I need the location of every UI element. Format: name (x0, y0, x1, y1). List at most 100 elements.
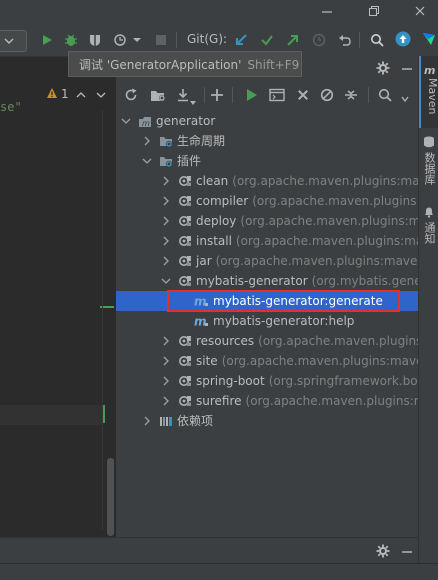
tree-row-group-id: (org.apache.maven.plugins:maven- (232, 174, 418, 188)
expanded-arrow-icon[interactable] (121, 111, 131, 131)
download-icon[interactable] (176, 88, 190, 102)
notifications-icon (423, 206, 435, 218)
tree-row-label: 生命周期 (177, 134, 226, 148)
tree-row-text: mybatis-generator(org.mybatis.genera (196, 271, 418, 291)
update-ide-icon[interactable] (394, 30, 412, 48)
execute-goal-icon[interactable] (269, 88, 285, 102)
maven-toolbar (116, 80, 418, 111)
tree-row[interactable]: m generator (116, 111, 418, 131)
collapsed-arrow-icon[interactable] (161, 331, 171, 351)
generate-sources-icon[interactable] (150, 88, 166, 102)
hide-panel-icon[interactable] (400, 544, 414, 558)
maven-side-tab[interactable]: m Maven (419, 56, 438, 128)
tree-row-label: spring-boot (196, 374, 265, 388)
tree-row[interactable]: compiler(org.apache.maven.plugins:ma (116, 191, 418, 211)
hide-panel-icon[interactable] (400, 61, 414, 75)
collapse-all-icon[interactable] (344, 88, 358, 102)
git-push-icon[interactable] (284, 31, 302, 49)
separator (176, 32, 177, 48)
tree-row-label: jar (196, 254, 212, 268)
status-bar (0, 563, 438, 580)
tree-row-label: mybatis-generator:help (213, 314, 355, 328)
tree-row[interactable]: m mybatis-generator:help (116, 311, 418, 331)
collapsed-arrow-icon[interactable] (161, 391, 171, 411)
collapsed-arrow-icon[interactable] (161, 231, 171, 251)
tree-row[interactable]: mybatis-generator(org.mybatis.genera (116, 271, 418, 291)
tree-row[interactable]: jar (org.apache.maven.plugins:maven-ja (116, 251, 418, 271)
chevron-down-icon[interactable] (190, 95, 196, 105)
tree-row-label: mybatis-generator (196, 274, 308, 288)
profiler-icon[interactable] (112, 31, 130, 49)
rollback-icon[interactable] (336, 31, 354, 49)
plugin-icon (178, 274, 192, 288)
run-configuration-dropdown[interactable] (0, 30, 27, 52)
goal-icon: m (194, 314, 210, 329)
collapsed-arrow-icon[interactable] (161, 371, 171, 391)
maven-tab-label: Maven (426, 78, 438, 115)
tree-row[interactable]: surefire(org.apache.maven.plugins:mav (116, 391, 418, 411)
tree-row[interactable]: site (org.apache.maven.plugins:maven- (116, 351, 418, 371)
collapsed-arrow-icon[interactable] (161, 191, 171, 211)
toggle-offline-icon[interactable] (296, 88, 310, 102)
tree-row[interactable]: resources(org.apache.maven.plugins:m (116, 331, 418, 351)
warning-icon[interactable] (46, 87, 58, 99)
tree-row-text: 生命周期 (177, 131, 225, 151)
right-tool-window-strip: m Maven 数据库 通知 (418, 56, 438, 579)
separator (232, 87, 233, 103)
title-bar (0, 0, 438, 24)
tree-row[interactable]: install (org.apache.maven.plugins:mave (116, 231, 418, 251)
coverage-icon[interactable] (86, 31, 104, 49)
git-update-icon[interactable] (232, 31, 250, 49)
close-icon[interactable] (413, 4, 427, 18)
skip-tests-icon[interactable] (320, 88, 334, 102)
gear-icon[interactable] (376, 544, 390, 558)
reload-icon[interactable] (124, 88, 138, 102)
minimize-icon[interactable] (320, 4, 334, 18)
current-line-highlight (0, 405, 102, 425)
stop-icon[interactable] (152, 31, 170, 49)
expanded-arrow-icon[interactable] (161, 271, 171, 291)
collapsed-arrow-icon[interactable] (161, 211, 171, 231)
tree-row[interactable]: clean(org.apache.maven.plugins:maven- (116, 171, 418, 191)
bottom-panel-header (0, 537, 418, 564)
tree-row[interactable]: 依赖项 (116, 411, 418, 431)
settings-dropdown-icon[interactable] (401, 92, 409, 103)
previous-highlight-icon[interactable] (76, 89, 86, 99)
maven-projects-tree[interactable]: m generator 生命周期插件 clean (org.apache.maven.p… (116, 110, 418, 537)
collapsed-arrow-icon[interactable] (142, 411, 152, 431)
plugin-icon (178, 254, 192, 268)
tree-row-group-id: (org.apache.maven.plugins:mav (245, 394, 418, 408)
plugin-icon (178, 334, 192, 348)
gear-icon[interactable] (376, 61, 390, 75)
notifications-tab-label[interactable]: 通知 (421, 222, 437, 244)
analyze-dependencies-icon[interactable] (378, 88, 394, 102)
code-editor[interactable]: se" 1 (0, 80, 117, 537)
run-maven-build-icon[interactable] (244, 88, 258, 102)
chevron-down-icon[interactable] (132, 31, 142, 49)
editor-scrollbar[interactable] (107, 458, 114, 536)
expanded-arrow-icon[interactable] (142, 151, 152, 171)
tree-row[interactable]: spring-boot (org.springframework.boo (116, 371, 418, 391)
next-highlight-icon[interactable] (96, 89, 106, 99)
collapsed-arrow-icon[interactable] (161, 171, 171, 191)
debug-icon[interactable] (62, 31, 80, 49)
tree-row-text: clean(org.apache.maven.plugins:maven- (196, 171, 418, 191)
tree-row-label: 插件 (177, 154, 202, 168)
tree-row[interactable]: 生命周期 (116, 131, 418, 151)
collapsed-arrow-icon[interactable] (161, 251, 171, 271)
collapsed-arrow-icon[interactable] (142, 131, 152, 151)
search-icon[interactable] (368, 31, 386, 49)
tree-row-text: surefire(org.apache.maven.plugins:mav (196, 391, 418, 411)
database-tab-label[interactable]: 数据库 (421, 152, 437, 185)
run-icon[interactable] (38, 31, 56, 49)
tree-row-group-id: (org.apache.maven.plugins:mave (235, 234, 418, 248)
collapsed-arrow-icon[interactable] (161, 351, 171, 371)
tree-row[interactable]: deploy(org.apache.maven.plugins:mave (116, 211, 418, 231)
dependencies-icon (159, 414, 173, 428)
git-commit-icon[interactable] (258, 31, 276, 49)
restore-icon[interactable] (367, 4, 381, 18)
jetbrains-logo-icon[interactable] (420, 30, 438, 48)
tree-row[interactable]: 插件 (116, 151, 418, 171)
history-icon[interactable] (310, 31, 328, 49)
add-icon[interactable] (210, 88, 224, 102)
